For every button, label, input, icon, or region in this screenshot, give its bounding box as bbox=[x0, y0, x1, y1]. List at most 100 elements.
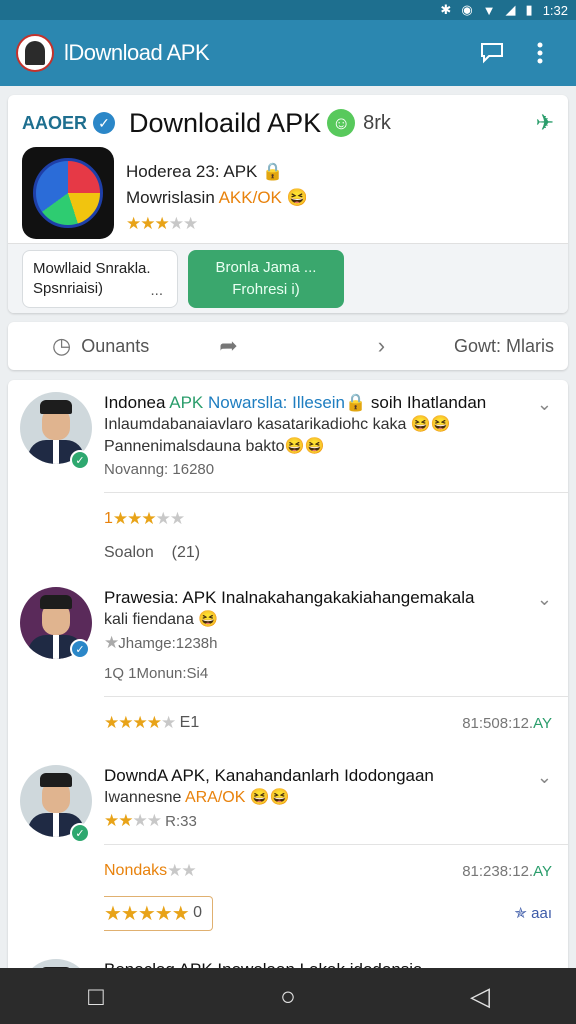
verified-badge-icon: ✓ bbox=[70, 450, 90, 470]
share-label: aaı bbox=[531, 905, 552, 922]
verified-badge-icon: ✓ bbox=[70, 639, 90, 659]
bluetooth-icon: ✱ bbox=[440, 2, 452, 17]
secondary-download-button[interactable]: Mowllaid Snrakla. Spsnriaisi) ... bbox=[22, 249, 178, 308]
review-item[interactable]: ✓ ⌄ DowndA APK, Kanahandanlarh Idodongaa… bbox=[8, 753, 568, 843]
review-extra: 1Q 1Monun:Si4 bbox=[104, 665, 209, 682]
review-item[interactable]: ✓ ⌄ Prawesia: APK Inalnakahangakakiahang… bbox=[8, 575, 568, 686]
review-meta: R:33 bbox=[165, 813, 197, 830]
review-body: Iwannesne bbox=[104, 789, 185, 806]
review-meta: Jhamge:1238h bbox=[118, 635, 218, 652]
battery-icon: ▮ bbox=[525, 2, 533, 17]
chat-icon[interactable] bbox=[472, 33, 512, 73]
primary-button-line2: Frohresi i) bbox=[232, 280, 300, 298]
rating-suffix: E1 bbox=[179, 714, 200, 731]
sparkle-icon: ✯ bbox=[514, 905, 527, 922]
app-bar-title: lDownload APK bbox=[64, 40, 210, 65]
tab-comments-label: Ounants bbox=[81, 335, 150, 356]
primary-button-line1: Bronla Jama ... bbox=[215, 258, 317, 276]
divider bbox=[104, 492, 568, 493]
footer-count: (21) bbox=[171, 544, 201, 561]
app-info-highlight: AKK/OK bbox=[218, 188, 282, 207]
chevron-down-icon[interactable]: ⌄ bbox=[537, 589, 552, 610]
review-title-suffix: soih Ihatlandan bbox=[370, 393, 487, 412]
reviews-list: ✓ ⌄ Indonea APK Nowarslla: Illesein🔒 soi… bbox=[8, 380, 568, 980]
navigation-bar: □ ○ ◁ bbox=[0, 968, 576, 1024]
app-card: AAOER ✓ Downloaild APK ☺ 8rk ✈ Hoderea 2… bbox=[8, 95, 568, 313]
secondary-button-line2: Spsnriaisi) bbox=[33, 279, 104, 297]
emoji-icon: 😆 bbox=[198, 611, 219, 628]
review-rating[interactable]: ★★★★★ 0 ✯ aaı bbox=[8, 895, 568, 931]
review-body: kali fiendana bbox=[104, 611, 194, 628]
rating-stars: ★★★★ bbox=[104, 811, 162, 830]
emoji-icon: 😆😆 bbox=[284, 438, 325, 455]
primary-download-button[interactable]: Bronla Jama ... Frohresi i) bbox=[188, 249, 344, 308]
emoji-icon: 😆😆 bbox=[410, 416, 451, 433]
divider bbox=[104, 696, 568, 697]
home-button[interactable]: ○ bbox=[258, 972, 318, 1020]
clock: 1:32 bbox=[542, 2, 568, 18]
verified-badge-icon: ✓ bbox=[70, 823, 90, 843]
review-label: Nondaks bbox=[104, 862, 168, 879]
review-meta: Novanng: 16280 bbox=[104, 461, 215, 478]
review-title: Prawesia: APK Inalnakahangakakiahangemak… bbox=[104, 588, 475, 607]
review-body-2: Pannenimalsdauna bakto bbox=[104, 438, 285, 455]
emoji-icon: 😆😆 bbox=[249, 789, 290, 806]
lock-icon: 🔒 bbox=[262, 162, 284, 181]
rating-stars: ★★★★★ bbox=[104, 713, 176, 732]
rating-prefix: 1 bbox=[104, 510, 113, 527]
review-time: 81:238:12. bbox=[462, 862, 534, 880]
action-buttons: Mowllaid Snrakla. Spsnriaisi) ... Bronla… bbox=[8, 243, 568, 313]
tab-more[interactable]: Gowt: Mlaris bbox=[454, 336, 554, 357]
review-time: 81:508:12. bbox=[462, 714, 534, 732]
review-time-suffix: AY bbox=[533, 714, 552, 732]
review-title-green: APK bbox=[169, 393, 204, 412]
small-star-icon: ★★ bbox=[167, 861, 197, 880]
rating-value: 0 bbox=[193, 904, 203, 921]
app-info-line: Mowrislasin bbox=[126, 188, 219, 207]
app-bar: lDownload APK bbox=[0, 20, 576, 86]
app-title: Downloaild APK bbox=[129, 107, 322, 138]
chevron-down-icon[interactable]: ⌄ bbox=[537, 394, 552, 415]
review-body-highlight: ARA/OK bbox=[184, 789, 246, 806]
review-title-blue: Nowarslla: Illesein bbox=[208, 393, 346, 412]
clock-icon: ◷ bbox=[52, 333, 72, 358]
app-icon[interactable] bbox=[22, 147, 114, 239]
review-rating: 1 ★★★★★ bbox=[8, 505, 568, 533]
recents-button[interactable]: □ bbox=[66, 972, 126, 1020]
status-icons: ✱ ◉ ▼ ◢ ▮ 1:32 bbox=[440, 2, 568, 18]
tab-comments[interactable]: ◷ Ounants bbox=[52, 333, 149, 359]
brand-label: AAOER bbox=[22, 112, 88, 133]
tabs-bar: ◷ Ounants ➦ › Gowt: Mlaris bbox=[8, 322, 568, 370]
review-item[interactable]: ✓ ⌄ Indonea APK Nowarslla: Illesein🔒 soi… bbox=[8, 380, 568, 482]
app-size: 8rk bbox=[363, 111, 391, 134]
lock-icon: 🔒 bbox=[345, 393, 367, 412]
verified-icon: ✓ bbox=[93, 112, 116, 134]
emoji-icon: 😆 bbox=[286, 188, 308, 207]
location-icon: ◉ bbox=[461, 2, 473, 17]
app-logo bbox=[16, 34, 54, 72]
share-icon[interactable]: ✈ bbox=[536, 110, 554, 136]
smile-icon: ☺ bbox=[327, 109, 356, 137]
review-time-suffix: AY bbox=[533, 862, 552, 880]
review-title: Indonea bbox=[104, 393, 166, 412]
back-button[interactable]: ◁ bbox=[450, 972, 510, 1020]
review-title: DowndA APK, Kanahandanlarh Idodongaan bbox=[104, 766, 434, 785]
tab-more-label: Gowt: Mlaris bbox=[453, 335, 554, 356]
wifi-icon: ▼ bbox=[482, 2, 496, 18]
status-bar: ✱ ◉ ▼ ◢ ▮ 1:32 bbox=[0, 0, 576, 20]
small-star-icon: ★ bbox=[104, 633, 119, 652]
chevron-right-icon[interactable]: › bbox=[378, 333, 385, 359]
footer-label: Soalon bbox=[104, 544, 154, 561]
review-footer[interactable]: Soalon (21) bbox=[8, 539, 568, 567]
rating-stars: ★★★★★ bbox=[104, 902, 190, 925]
review-label-row: Nondaks ★★ 81:238:12.AY bbox=[8, 857, 568, 885]
more-dots-icon: ... bbox=[150, 281, 163, 299]
signal-icon: ◢ bbox=[505, 2, 516, 17]
chevron-down-icon[interactable]: ⌄ bbox=[537, 767, 552, 788]
app-rating-stars: ★★★★★ bbox=[126, 214, 198, 233]
secondary-button-line1: Mowllaid Snrakla. bbox=[33, 259, 151, 277]
review-rating: ★★★★★ E1 81:508:12.AY bbox=[8, 709, 568, 737]
share-arrow-icon[interactable]: ➦ bbox=[219, 333, 237, 359]
divider bbox=[104, 844, 568, 845]
more-menu-icon[interactable] bbox=[520, 33, 560, 73]
